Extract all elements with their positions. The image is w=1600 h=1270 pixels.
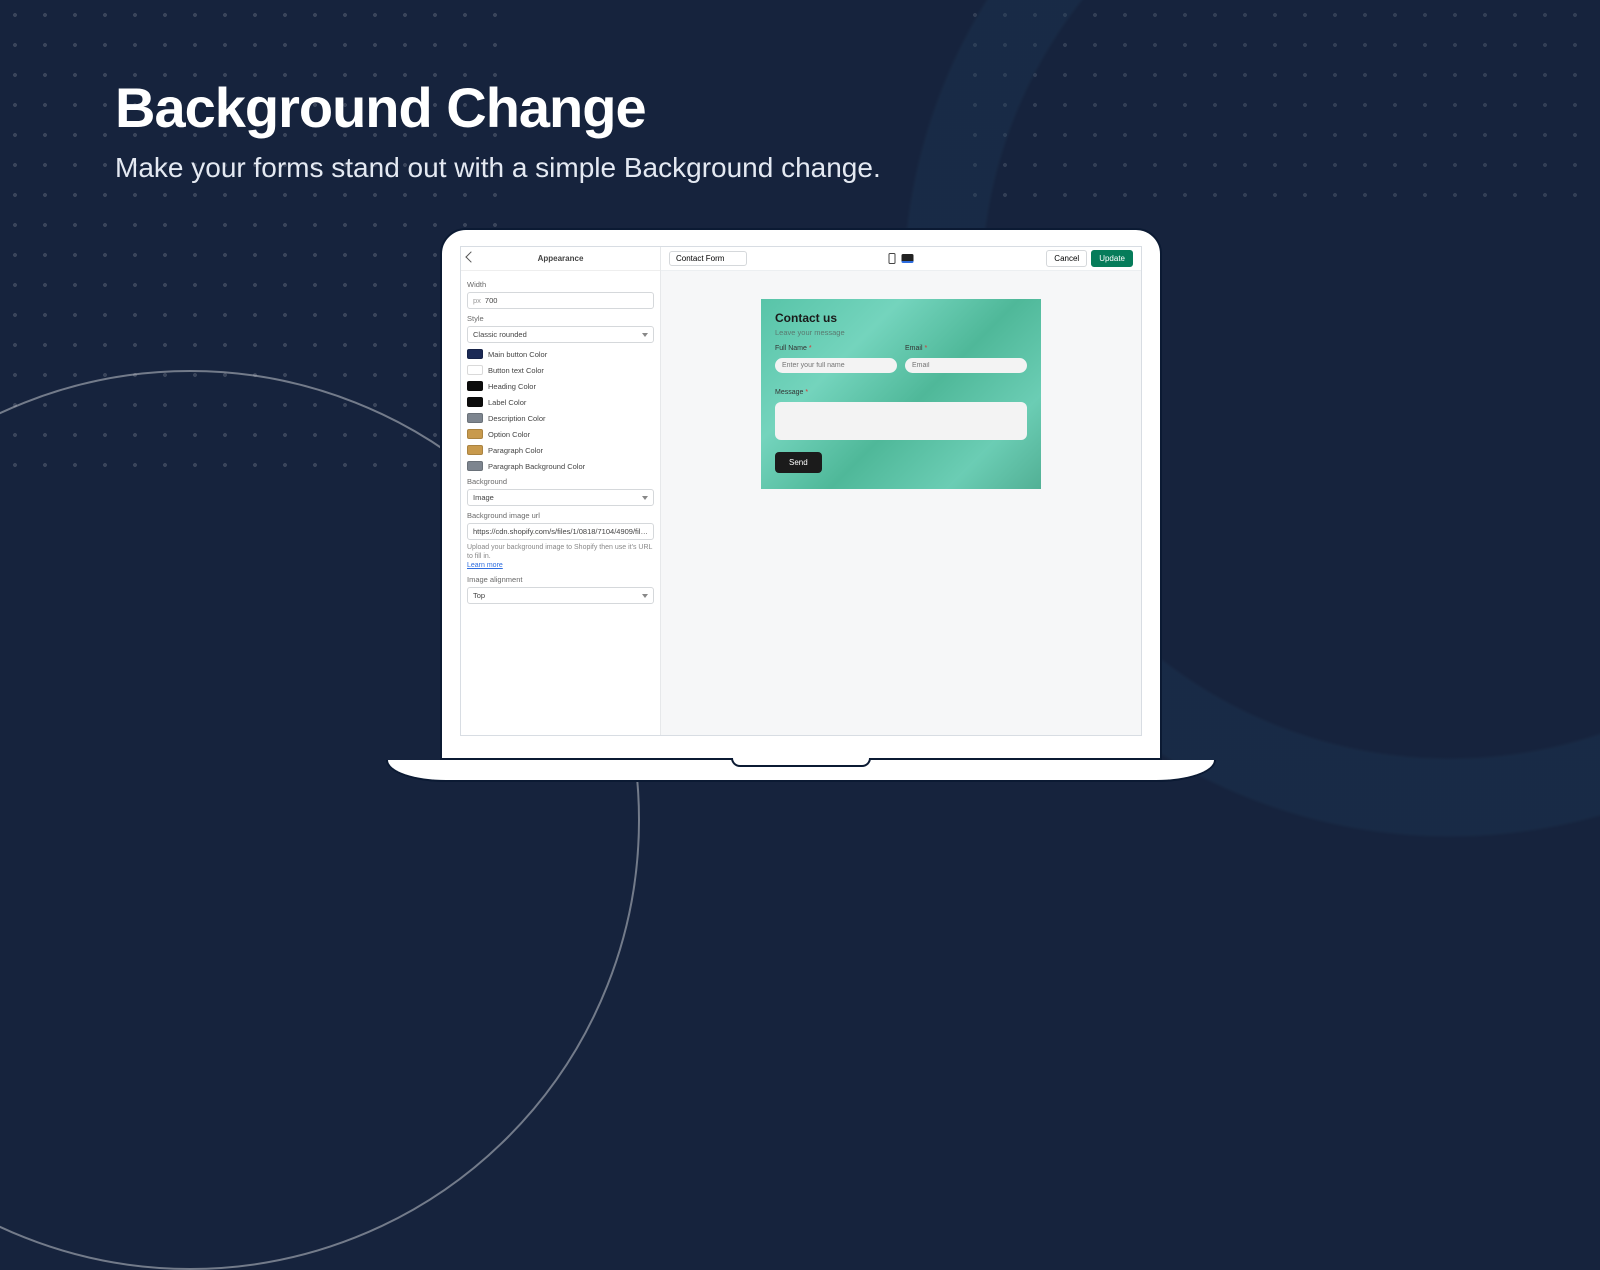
- hero-subtitle: Make your forms stand out with a simple …: [115, 152, 881, 184]
- color-heading[interactable]: Heading Color: [467, 381, 654, 391]
- sidebar-title: Appearance: [538, 254, 584, 263]
- width-input[interactable]: px 700: [467, 292, 654, 309]
- color-label: Description Color: [488, 414, 546, 423]
- color-option[interactable]: Option Color: [467, 429, 654, 439]
- align-select[interactable]: Top: [467, 587, 654, 604]
- color-label: Option Color: [488, 430, 530, 439]
- bg-hint: Upload your background image to Shopify …: [467, 543, 654, 570]
- message-input[interactable]: [775, 402, 1027, 440]
- color-swatch: [467, 413, 483, 423]
- app-screen: Appearance Width px 700 Style Classic ro…: [460, 246, 1142, 736]
- color-label[interactable]: Label Color: [467, 397, 654, 407]
- bg-hint-text: Upload your background image to Shopify …: [467, 544, 652, 560]
- form-preview: Contact us Leave your message Full Name …: [761, 299, 1041, 489]
- desktop-icon[interactable]: [902, 254, 914, 263]
- fullname-input[interactable]: [775, 358, 897, 373]
- style-value: Classic rounded: [473, 330, 527, 339]
- color-label: Paragraph Color: [488, 446, 543, 455]
- hero-section: Background Change Make your forms stand …: [115, 75, 881, 184]
- hero-title: Background Change: [115, 75, 881, 140]
- color-button-text[interactable]: Button text Color: [467, 365, 654, 375]
- bg-url-input[interactable]: https://cdn.shopify.com/s/files/1/0818/7…: [467, 523, 654, 540]
- color-description[interactable]: Description Color: [467, 413, 654, 423]
- color-swatch: [467, 381, 483, 391]
- settings-sidebar: Appearance Width px 700 Style Classic ro…: [461, 247, 661, 735]
- color-paragraph[interactable]: Paragraph Color: [467, 445, 654, 455]
- device-switcher: [889, 253, 914, 264]
- chevron-down-icon: [642, 333, 648, 337]
- color-label: Label Color: [488, 398, 526, 407]
- message-label: Message *: [775, 389, 808, 396]
- phone-icon[interactable]: [889, 253, 896, 264]
- chevron-down-icon: [642, 496, 648, 500]
- width-unit: px: [473, 296, 481, 305]
- laptop-base: [386, 760, 1216, 782]
- align-label: Image alignment: [467, 575, 654, 584]
- email-input[interactable]: [905, 358, 1027, 373]
- color-swatch: [467, 397, 483, 407]
- form-heading: Contact us: [775, 311, 1027, 325]
- color-swatch: [467, 461, 483, 471]
- bg-url-label: Background image url: [467, 511, 654, 520]
- update-button[interactable]: Update: [1091, 250, 1133, 267]
- style-select[interactable]: Classic rounded: [467, 326, 654, 343]
- chevron-down-icon: [642, 594, 648, 598]
- laptop-mockup: Appearance Width px 700 Style Classic ro…: [440, 228, 1162, 782]
- color-label: Paragraph Background Color: [488, 462, 585, 471]
- laptop-bezel: Appearance Width px 700 Style Classic ro…: [440, 228, 1162, 760]
- sidebar-body: Width px 700 Style Classic rounded Main …: [461, 271, 660, 608]
- bg-url-value: https://cdn.shopify.com/s/files/1/0818/7…: [473, 527, 648, 536]
- form-subheading: Leave your message: [775, 328, 1027, 337]
- color-swatch: [467, 349, 483, 359]
- width-value: 700: [485, 296, 648, 305]
- color-swatch: [467, 445, 483, 455]
- laptop-hinge: [731, 758, 871, 767]
- background-select[interactable]: Image: [467, 489, 654, 506]
- color-swatch: [467, 429, 483, 439]
- background-value: Image: [473, 493, 494, 502]
- align-value: Top: [473, 591, 485, 600]
- color-label: Heading Color: [488, 382, 536, 391]
- color-label: Main button Color: [488, 350, 547, 359]
- learn-more-link[interactable]: Learn more: [467, 562, 503, 569]
- email-label: Email *: [905, 345, 1027, 352]
- width-label: Width: [467, 280, 654, 289]
- style-label: Style: [467, 314, 654, 323]
- color-paragraph-bg[interactable]: Paragraph Background Color: [467, 461, 654, 471]
- cancel-button[interactable]: Cancel: [1046, 250, 1087, 267]
- main-panel: Contact Form Cancel Update Contact us Le…: [661, 247, 1141, 735]
- send-button[interactable]: Send: [775, 452, 822, 473]
- background-label: Background: [467, 477, 654, 486]
- form-title-input[interactable]: Contact Form: [669, 251, 747, 266]
- sidebar-header: Appearance: [461, 247, 660, 271]
- fullname-label: Full Name *: [775, 345, 897, 352]
- color-label: Button text Color: [488, 366, 544, 375]
- color-swatch: [467, 365, 483, 375]
- fullname-group: Full Name *: [775, 345, 897, 373]
- topbar: Contact Form Cancel Update: [661, 247, 1141, 271]
- preview-canvas: Contact us Leave your message Full Name …: [661, 271, 1141, 735]
- email-group: Email *: [905, 345, 1027, 373]
- color-main-button[interactable]: Main button Color: [467, 349, 654, 359]
- back-icon[interactable]: [465, 251, 476, 262]
